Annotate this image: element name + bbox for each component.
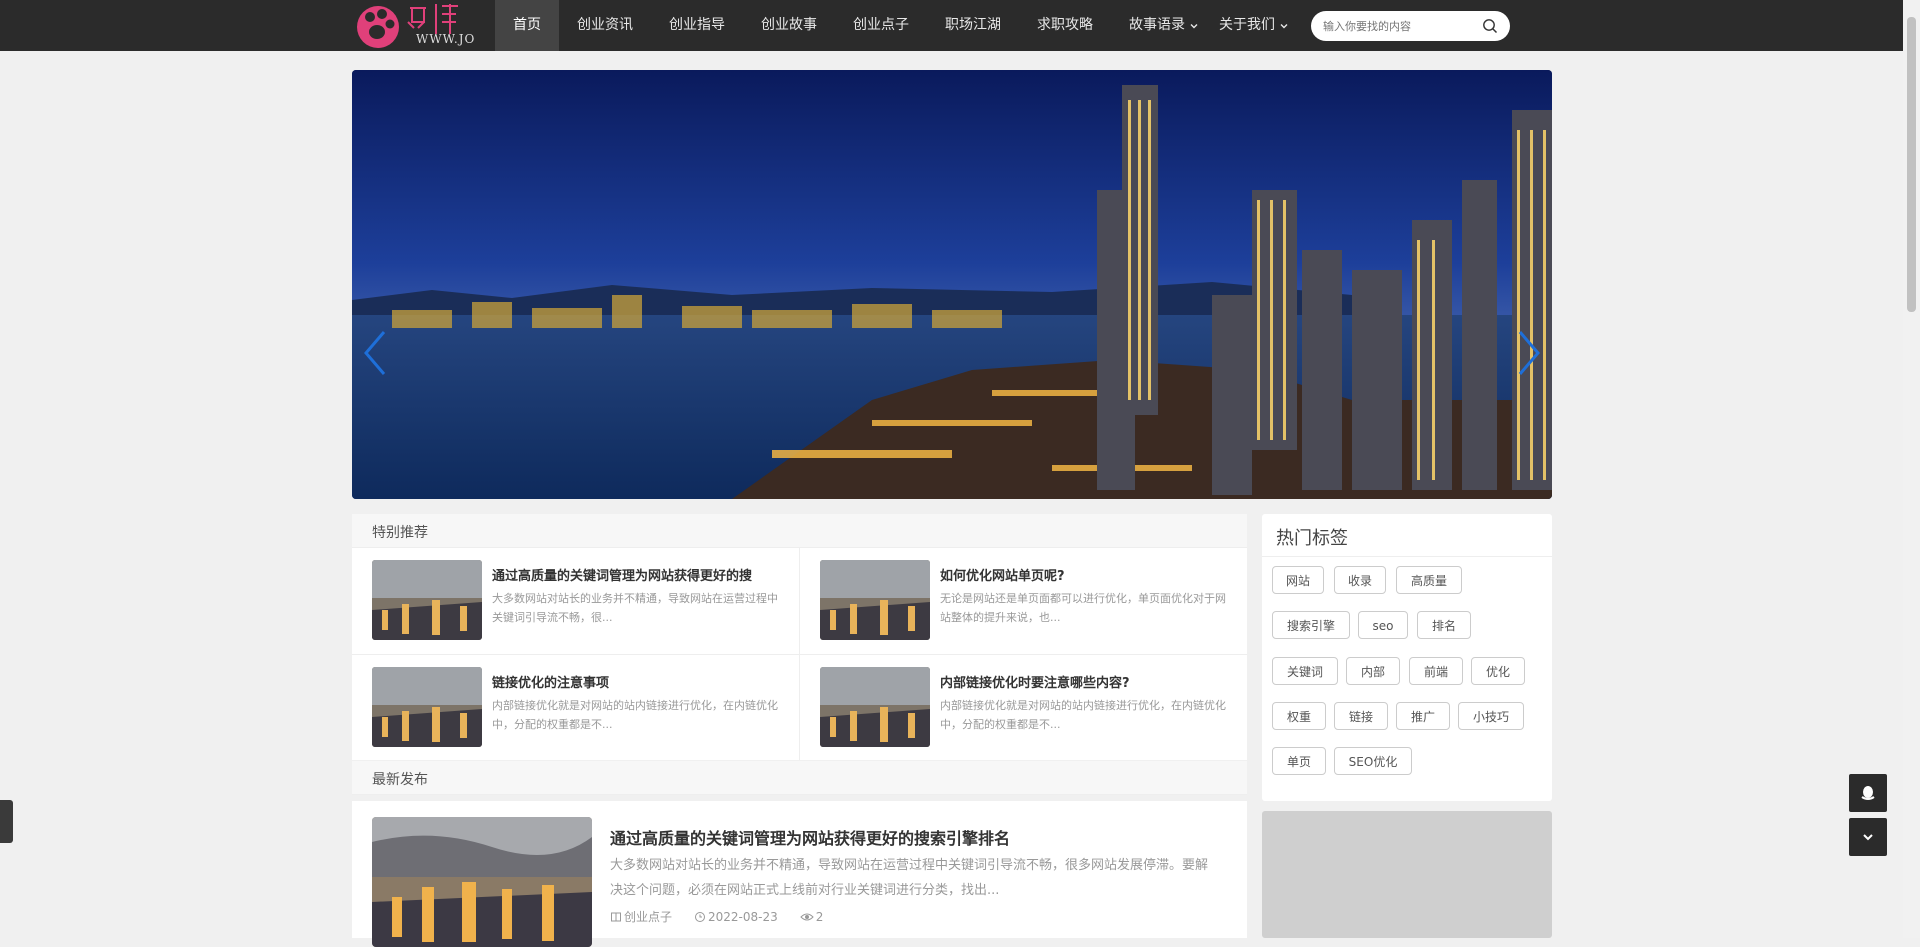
tag[interactable]: 网站 — [1272, 566, 1324, 594]
post-title: 通过高质量的关键词管理为网站获得更好的搜 — [492, 569, 753, 584]
search-box — [1311, 11, 1510, 41]
tag[interactable]: 前端 — [1409, 657, 1463, 685]
nav-label: 故事语录 — [1129, 17, 1185, 33]
nav-item-job-tips[interactable]: 求职攻略 — [1019, 0, 1111, 51]
tag[interactable]: 搜索引擎 — [1272, 611, 1350, 639]
nav-item-workplace[interactable]: 职场江湖 — [927, 0, 1019, 51]
tag[interactable]: 链接 — [1334, 702, 1388, 730]
nav-item-startup-ideas[interactable]: 创业点子 — [835, 0, 927, 51]
category-label: 创业点子 — [624, 910, 673, 924]
widget-title: 热门标签 — [1276, 528, 1348, 549]
nav-item-quotes[interactable]: 故事语录 — [1111, 0, 1209, 51]
nav-label: 首页 — [513, 17, 541, 33]
date-label: 2022-08-23 — [708, 909, 778, 924]
hero-carousel[interactable] — [352, 70, 1552, 499]
qq-contact-button[interactable] — [1849, 774, 1887, 812]
tag[interactable]: 收录 — [1334, 566, 1386, 594]
post-excerpt: 大多数网站对站长的业务并不精通，导致网站在运营过程中关键词引导流不畅，很多网站发… — [610, 858, 1209, 898]
post-excerpt: 内部链接优化就是对网站的站内链接进行优化，在内链优化中，分配的权重都是不... — [940, 699, 1226, 731]
ad-placeholder[interactable] — [1262, 811, 1552, 938]
post-thumbnail — [372, 667, 482, 747]
post-title: 内部链接优化时要注意哪些内容? — [940, 676, 1130, 691]
nav-label: 创业点子 — [853, 17, 909, 33]
section-title: 最新发布 — [372, 772, 428, 788]
qq-icon — [1861, 786, 1875, 800]
post-title: 链接优化的注意事项 — [492, 676, 610, 691]
post-excerpt: 无论是网站还是单页面都可以进行优化，单页面优化对于网站整体的提升来说，也... — [940, 592, 1226, 624]
tag[interactable]: 关键词 — [1272, 657, 1338, 685]
recommend-item[interactable]: 链接优化的注意事项 内部链接优化就是对网站的站内链接进行优化，在内链优化中，分配… — [352, 654, 800, 761]
chevron-down-icon — [1190, 23, 1198, 28]
top-navbar: WWW.JO 首页 创业资讯 创业指导 创业故事 创业点子 职场江湖 求职攻略 … — [0, 0, 1920, 51]
nav-label: 创业资讯 — [577, 17, 633, 33]
recommend-item[interactable]: 通过高质量的关键词管理为网站获得更好的搜 大多数网站对站长的业务并不精通，导致网… — [352, 547, 800, 654]
nav-label: 职场江湖 — [945, 17, 1001, 33]
post-date: 2022-08-23 — [694, 908, 778, 925]
logo-text: WWW.JO — [416, 32, 476, 46]
post-thumbnail — [372, 560, 482, 640]
tag[interactable]: 推广 — [1396, 702, 1450, 730]
post-excerpt: 大多数网站对站长的业务并不精通，导致网站在运营过程中关键词引导流不畅，很... — [492, 592, 778, 624]
chevron-down-icon — [1863, 834, 1873, 841]
nav-label: 求职攻略 — [1037, 17, 1093, 33]
post-title: 如何优化网站单页呢? — [940, 569, 1065, 584]
divider — [1262, 556, 1552, 557]
nav-item-about[interactable]: 关于我们 — [1209, 0, 1299, 51]
main-nav: 首页 创业资讯 创业指导 创业故事 创业点子 职场江湖 求职攻略 故事语录 关于… — [495, 0, 1299, 51]
search-input[interactable] — [1323, 17, 1473, 35]
nav-item-startup-news[interactable]: 创业资讯 — [559, 0, 651, 51]
latest-post[interactable]: 通过高质量的关键词管理为网站获得更好的搜索引擎排名 大多数网站对站长的业务并不精… — [352, 801, 1247, 947]
scrollbar-thumb[interactable] — [1907, 17, 1916, 312]
page-scrollbar[interactable] — [1903, 0, 1920, 938]
tag[interactable]: 小技巧 — [1458, 702, 1524, 730]
carousel-prev-arrow[interactable] — [360, 328, 390, 378]
nav-item-home[interactable]: 首页 — [495, 0, 559, 51]
nav-item-startup-guide[interactable]: 创业指导 — [651, 0, 743, 51]
tag[interactable]: 单页 — [1272, 747, 1326, 775]
tag[interactable]: 排名 — [1417, 611, 1471, 639]
nav-label: 创业故事 — [761, 17, 817, 33]
post-title[interactable]: 通过高质量的关键词管理为网站获得更好的搜索引擎排名 — [610, 825, 1010, 849]
scroll-down-button[interactable] — [1849, 818, 1887, 856]
post-thumbnail — [372, 817, 592, 947]
nav-label: 关于我们 — [1219, 17, 1275, 33]
post-meta: 创业点子 2022-08-23 2 — [610, 908, 823, 925]
tag[interactable]: 权重 — [1272, 702, 1326, 730]
post-excerpt: 内部链接优化就是对网站的站内链接进行优化，在内链优化中，分配的权重都是不... — [492, 699, 778, 731]
search-icon[interactable] — [1482, 18, 1498, 34]
post-thumbnail — [820, 560, 930, 640]
tag[interactable]: 优化 — [1471, 657, 1525, 685]
section-header — [352, 514, 1247, 548]
hot-tags-widget: 热门标签 网站 收录 高质量 搜索引擎 seo 排名 关键词 内部 前端 优化 … — [1262, 514, 1552, 801]
recommend-section: 特别推荐 通过高质量的关键词管理为网站获得更好的搜 大多数网站对站长的业务并不精… — [352, 514, 1247, 760]
recommend-item[interactable]: 内部链接优化时要注意哪些内容? 内部链接优化就是对网站的站内链接进行优化，在内链… — [800, 654, 1248, 761]
post-thumbnail — [820, 667, 930, 747]
chevron-down-icon — [1280, 23, 1288, 28]
site-logo[interactable]: WWW.JO — [350, 0, 476, 51]
city-night-image — [352, 70, 1552, 499]
clock-icon — [695, 911, 706, 922]
post-category[interactable]: 创业点子 — [610, 908, 672, 925]
tag[interactable]: 高质量 — [1396, 566, 1462, 594]
views-label: 2 — [815, 909, 824, 924]
nav-label: 创业指导 — [669, 17, 725, 33]
side-toolbar-handle[interactable] — [0, 800, 13, 843]
nav-item-startup-stories[interactable]: 创业故事 — [743, 0, 835, 51]
recommend-item[interactable]: 如何优化网站单页呢? 无论是网站还是单页面都可以进行优化，单页面优化对于网站整体… — [800, 547, 1248, 654]
tag[interactable]: 内部 — [1346, 657, 1400, 685]
section-title: 特别推荐 — [372, 525, 428, 541]
latest-section-header: 最新发布 — [352, 761, 1247, 795]
tag[interactable]: SEO优化 — [1334, 747, 1412, 775]
post-views: 2 — [800, 908, 824, 925]
book-icon — [611, 912, 621, 921]
tag[interactable]: seo — [1358, 611, 1408, 639]
carousel-next-arrow[interactable] — [1514, 328, 1544, 378]
eye-icon — [800, 913, 814, 920]
